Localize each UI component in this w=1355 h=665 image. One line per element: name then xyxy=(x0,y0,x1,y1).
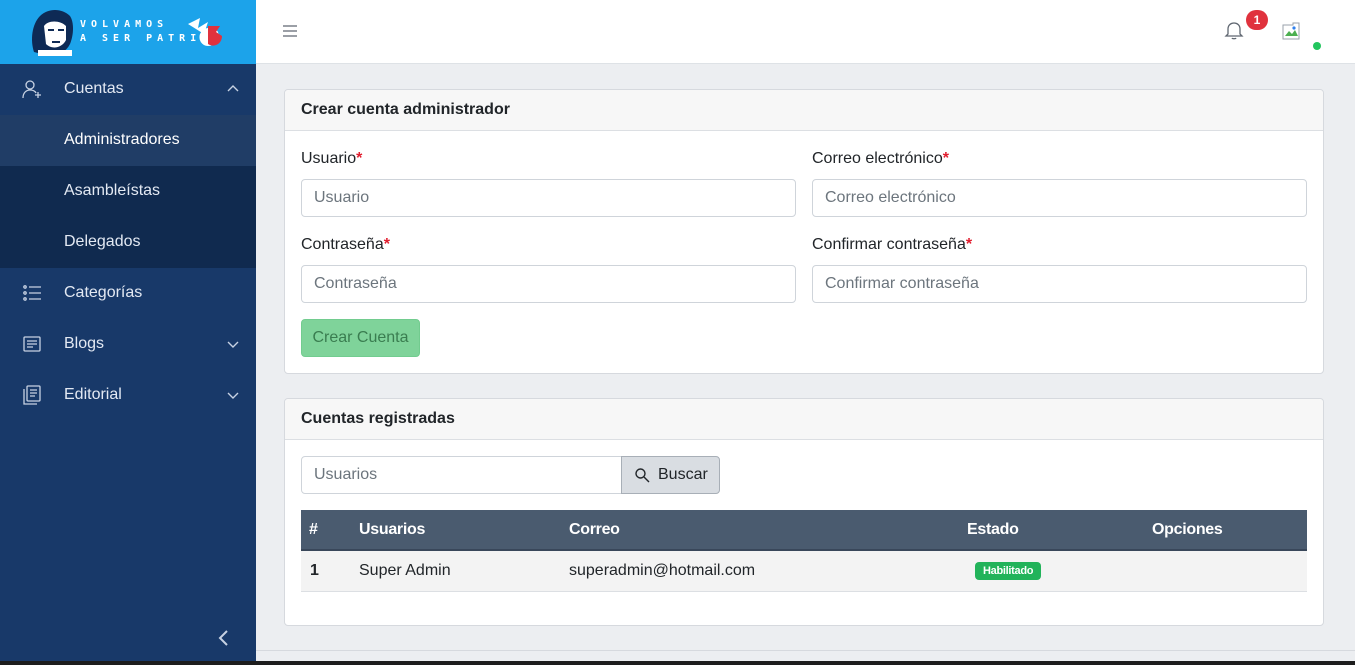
brand-logo[interactable]: VOLVAMOS A SER PATRIA xyxy=(0,0,256,64)
column-header-options[interactable]: Opciones xyxy=(1152,510,1307,550)
document-icon xyxy=(23,336,41,352)
sidebar: VOLVAMOS A SER PATRIA Cuentas Administra… xyxy=(0,0,256,665)
required-mark: * xyxy=(383,236,390,253)
party-emblem-icon xyxy=(188,18,222,46)
confirm-password-input[interactable] xyxy=(812,265,1307,303)
copy-icon xyxy=(23,385,41,405)
sidebar-item-administradores[interactable]: Administradores xyxy=(0,115,256,166)
required-mark: * xyxy=(356,150,363,167)
sidebar-item-categorias[interactable]: Categorías xyxy=(0,268,256,319)
column-header-index[interactable]: # xyxy=(301,510,359,550)
required-mark: * xyxy=(965,236,973,253)
password-input[interactable] xyxy=(301,265,796,303)
create-account-card: Crear cuenta administrador Usuario* Corr… xyxy=(284,89,1324,374)
chevron-up-icon[interactable] xyxy=(226,84,240,94)
sidebar-item-label: Categorías xyxy=(64,284,143,301)
sidebar-item-label: Asambleístas xyxy=(64,182,161,199)
status-badge: Habilitado xyxy=(975,562,1042,581)
menu-toggle-icon[interactable] xyxy=(282,23,298,39)
chevron-down-icon[interactable] xyxy=(226,339,240,349)
sidebar-item-label: Delegados xyxy=(64,233,141,250)
table-row[interactable]: 1 Super Admin superadmin@hotmail.com Hab… xyxy=(301,550,1307,591)
column-header-email[interactable]: Correo xyxy=(569,510,967,550)
chevron-down-icon[interactable] xyxy=(226,390,240,400)
search-group: Buscar xyxy=(301,456,720,494)
email-label: Correo electrónico* xyxy=(812,150,949,168)
column-header-status[interactable]: Estado xyxy=(967,510,1152,550)
avatar[interactable] xyxy=(1282,22,1300,40)
notification-bell-icon[interactable] xyxy=(1224,20,1244,40)
sidebar-nav: Cuentas Administradores Asambleístas Del… xyxy=(0,64,256,421)
online-status-dot xyxy=(1313,42,1321,50)
password-label-text: Contraseña xyxy=(301,236,384,253)
column-header-users[interactable]: Usuarios xyxy=(359,510,569,550)
topbar: 1 xyxy=(256,0,1355,64)
create-account-title: Crear cuenta administrador xyxy=(285,90,1323,131)
sidebar-item-blogs[interactable]: Blogs xyxy=(0,319,256,370)
row-options xyxy=(1152,550,1307,591)
cuentas-submenu: Administradores Asambleístas Delegados xyxy=(0,115,256,268)
email-label-text: Correo electrónico xyxy=(812,150,943,167)
search-input[interactable] xyxy=(301,456,622,494)
notification-count-badge: 1 xyxy=(1246,10,1268,30)
search-icon xyxy=(635,468,650,483)
accounts-table: # Usuarios Correo Estado Opciones 1 Supe… xyxy=(301,510,1307,592)
confirm-password-label: Confirmar contraseña* xyxy=(812,236,972,254)
screen-bottom-bar xyxy=(0,661,1355,665)
username-label-text: Usuario xyxy=(301,150,357,167)
registered-accounts-card: Cuentas registradas Buscar # Usuarios Co… xyxy=(284,398,1324,626)
row-email: superadmin@hotmail.com xyxy=(569,561,756,579)
sidebar-item-editorial[interactable]: Editorial xyxy=(0,370,256,421)
search-button-label: Buscar xyxy=(658,466,708,483)
user-plus-icon xyxy=(22,80,41,99)
collapse-sidebar-icon[interactable] xyxy=(214,628,234,648)
username-label: Usuario* xyxy=(301,150,362,168)
footer-divider xyxy=(256,650,1355,651)
sidebar-item-delegados[interactable]: Delegados xyxy=(0,217,256,268)
logo-portrait-icon xyxy=(32,10,73,56)
row-user: Super Admin xyxy=(359,561,451,579)
sidebar-item-asambleistas[interactable]: Asambleístas xyxy=(0,166,256,217)
required-mark: * xyxy=(942,150,949,167)
sidebar-item-cuentas[interactable]: Cuentas xyxy=(0,64,256,115)
password-label: Contraseña* xyxy=(301,236,390,254)
table-header: # Usuarios Correo Estado Opciones xyxy=(301,510,1307,550)
search-button[interactable]: Buscar xyxy=(621,456,720,494)
username-input[interactable] xyxy=(301,179,796,217)
list-icon xyxy=(23,285,41,301)
sidebar-item-label: Editorial xyxy=(64,386,122,403)
confirm-password-label-text: Confirmar contraseña xyxy=(812,236,966,253)
row-status-cell: Habilitado xyxy=(967,550,1152,591)
email-input[interactable] xyxy=(812,179,1307,217)
sidebar-item-label: Administradores xyxy=(64,131,180,148)
sidebar-item-label: Cuentas xyxy=(64,80,124,97)
row-index: 1 xyxy=(310,561,319,579)
create-account-button[interactable]: Crear Cuenta xyxy=(301,319,420,357)
sidebar-item-label: Blogs xyxy=(64,335,105,352)
registered-accounts-title: Cuentas registradas xyxy=(285,399,1323,440)
